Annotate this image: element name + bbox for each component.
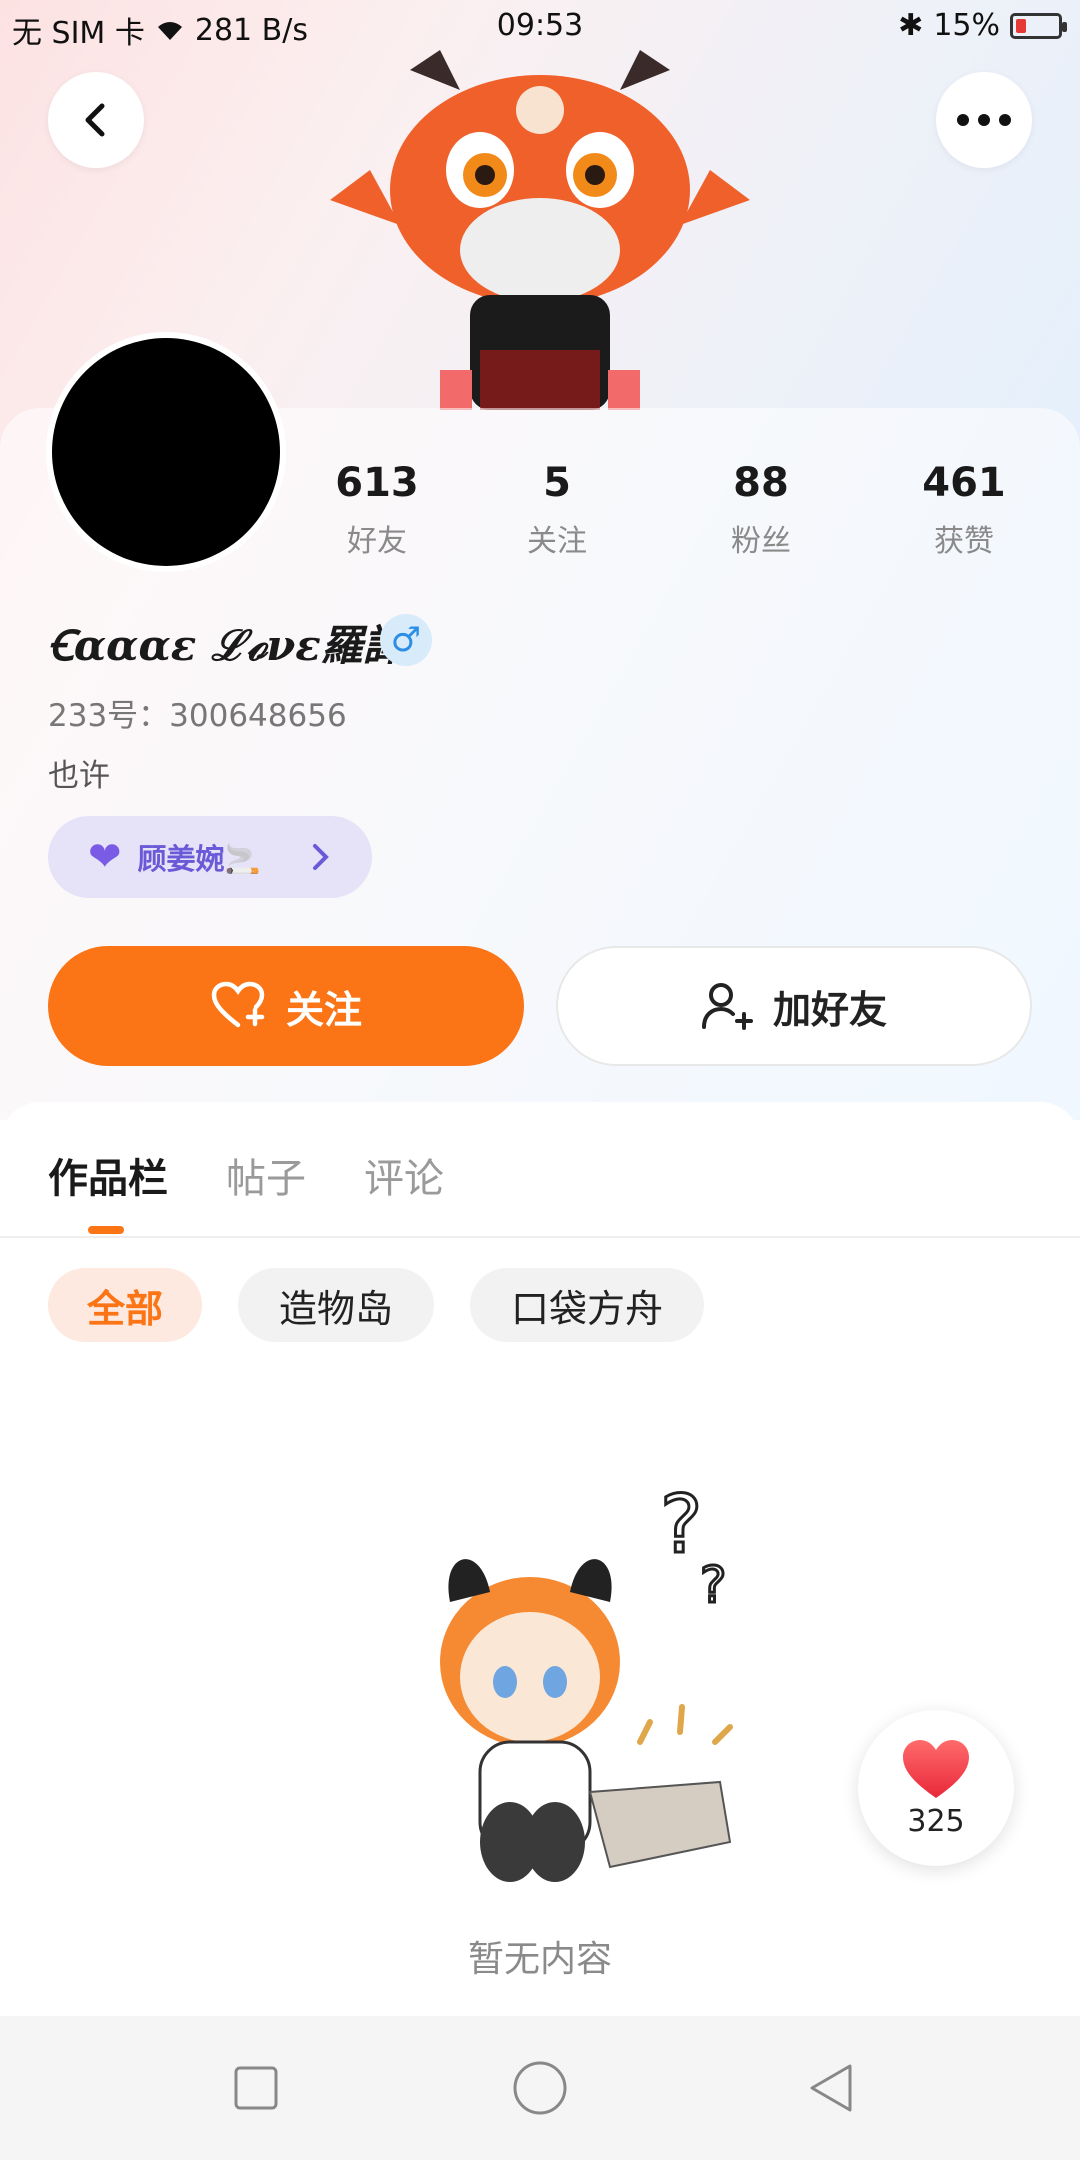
couple-name: 顾姜婉🚬 — [137, 842, 261, 876]
chip-pocket-ark[interactable]: 口袋方舟 — [470, 1268, 704, 1342]
tab-works[interactable]: 作品栏 — [48, 1146, 168, 1204]
svg-text:?: ? — [700, 1556, 727, 1614]
male-icon: ♂ — [380, 614, 432, 666]
empty-state-illustration: ? ? — [440, 1482, 733, 1882]
empty-state-text: 暂无内容 — [467, 1939, 612, 1980]
stat-fans[interactable]: 88 粉丝 — [681, 458, 841, 560]
back-nav-button[interactable] — [802, 2060, 858, 2116]
add-friend-button[interactable]: 加好友 — [556, 946, 1032, 1066]
like-count: 325 — [907, 1803, 965, 1839]
heart-icon — [903, 1739, 969, 1798]
follow-button[interactable]: 关注 — [48, 946, 524, 1066]
bluetooth-icon: ✱ — [898, 8, 924, 43]
battery-percent: 15% — [933, 8, 1000, 43]
chevron-left-icon — [85, 103, 105, 137]
battery-icon — [1010, 12, 1067, 39]
chevron-right-icon — [313, 844, 329, 870]
square-icon — [234, 2066, 278, 2110]
system-nav-bar — [0, 2016, 1080, 2160]
chip-all[interactable]: 全部 — [48, 1268, 202, 1342]
content-sheet: 作品栏 帖子 评论 全部 造物岛 口袋方舟 ? ? 暂无内容 — [0, 1102, 1080, 2032]
stat-friends[interactable]: 613 好友 — [297, 458, 457, 560]
circle-icon — [513, 2061, 567, 2115]
follow-label: 关注 — [285, 987, 362, 1032]
tab-bar: 作品栏 帖子 评论 — [0, 1102, 1080, 1238]
heart-plus-icon — [211, 981, 265, 1028]
stat-following[interactable]: 5 关注 — [477, 458, 637, 560]
status-bar: 无 SIM 卡 281 B/s 09:53 ✱ 15% — [0, 0, 1080, 56]
svg-text:?: ? — [660, 1482, 702, 1571]
dragon-character-illustration — [330, 50, 750, 410]
avatar — [52, 338, 280, 566]
more-button[interactable] — [936, 72, 1032, 168]
chip-creation-island[interactable]: 造物岛 — [238, 1268, 434, 1342]
profile-page: 无 SIM 卡 281 B/s 09:53 ✱ 15% 613 好友 5 关注 … — [0, 0, 1080, 2160]
triangle-back-icon — [810, 2064, 852, 2112]
stat-likes: 461 获赞 — [922, 460, 1006, 559]
back-button[interactable] — [48, 72, 144, 168]
like-fab[interactable]: 325 — [858, 1710, 1014, 1866]
tab-indicator — [88, 1226, 124, 1234]
double-heart-icon: ❤ — [88, 834, 122, 880]
bio-text: 也许 — [48, 758, 110, 794]
username: Ꞓɑɑɑɛ ℒℴνɛ羅譯 — [48, 621, 405, 670]
add-user-icon — [701, 983, 753, 1030]
add-friend-label: 加好友 — [772, 987, 887, 1032]
home-button[interactable] — [512, 2060, 568, 2116]
more-dots-icon — [957, 114, 1011, 126]
couple-badge[interactable]: ❤ 顾姜婉🚬 — [48, 816, 372, 898]
user-id: 233号：300648656 — [48, 698, 347, 734]
recent-apps-button[interactable] — [228, 2060, 284, 2116]
avatar-frame[interactable] — [46, 332, 286, 572]
tab-comments[interactable]: 评论 — [364, 1146, 444, 1204]
tab-posts[interactable]: 帖子 — [226, 1146, 306, 1204]
